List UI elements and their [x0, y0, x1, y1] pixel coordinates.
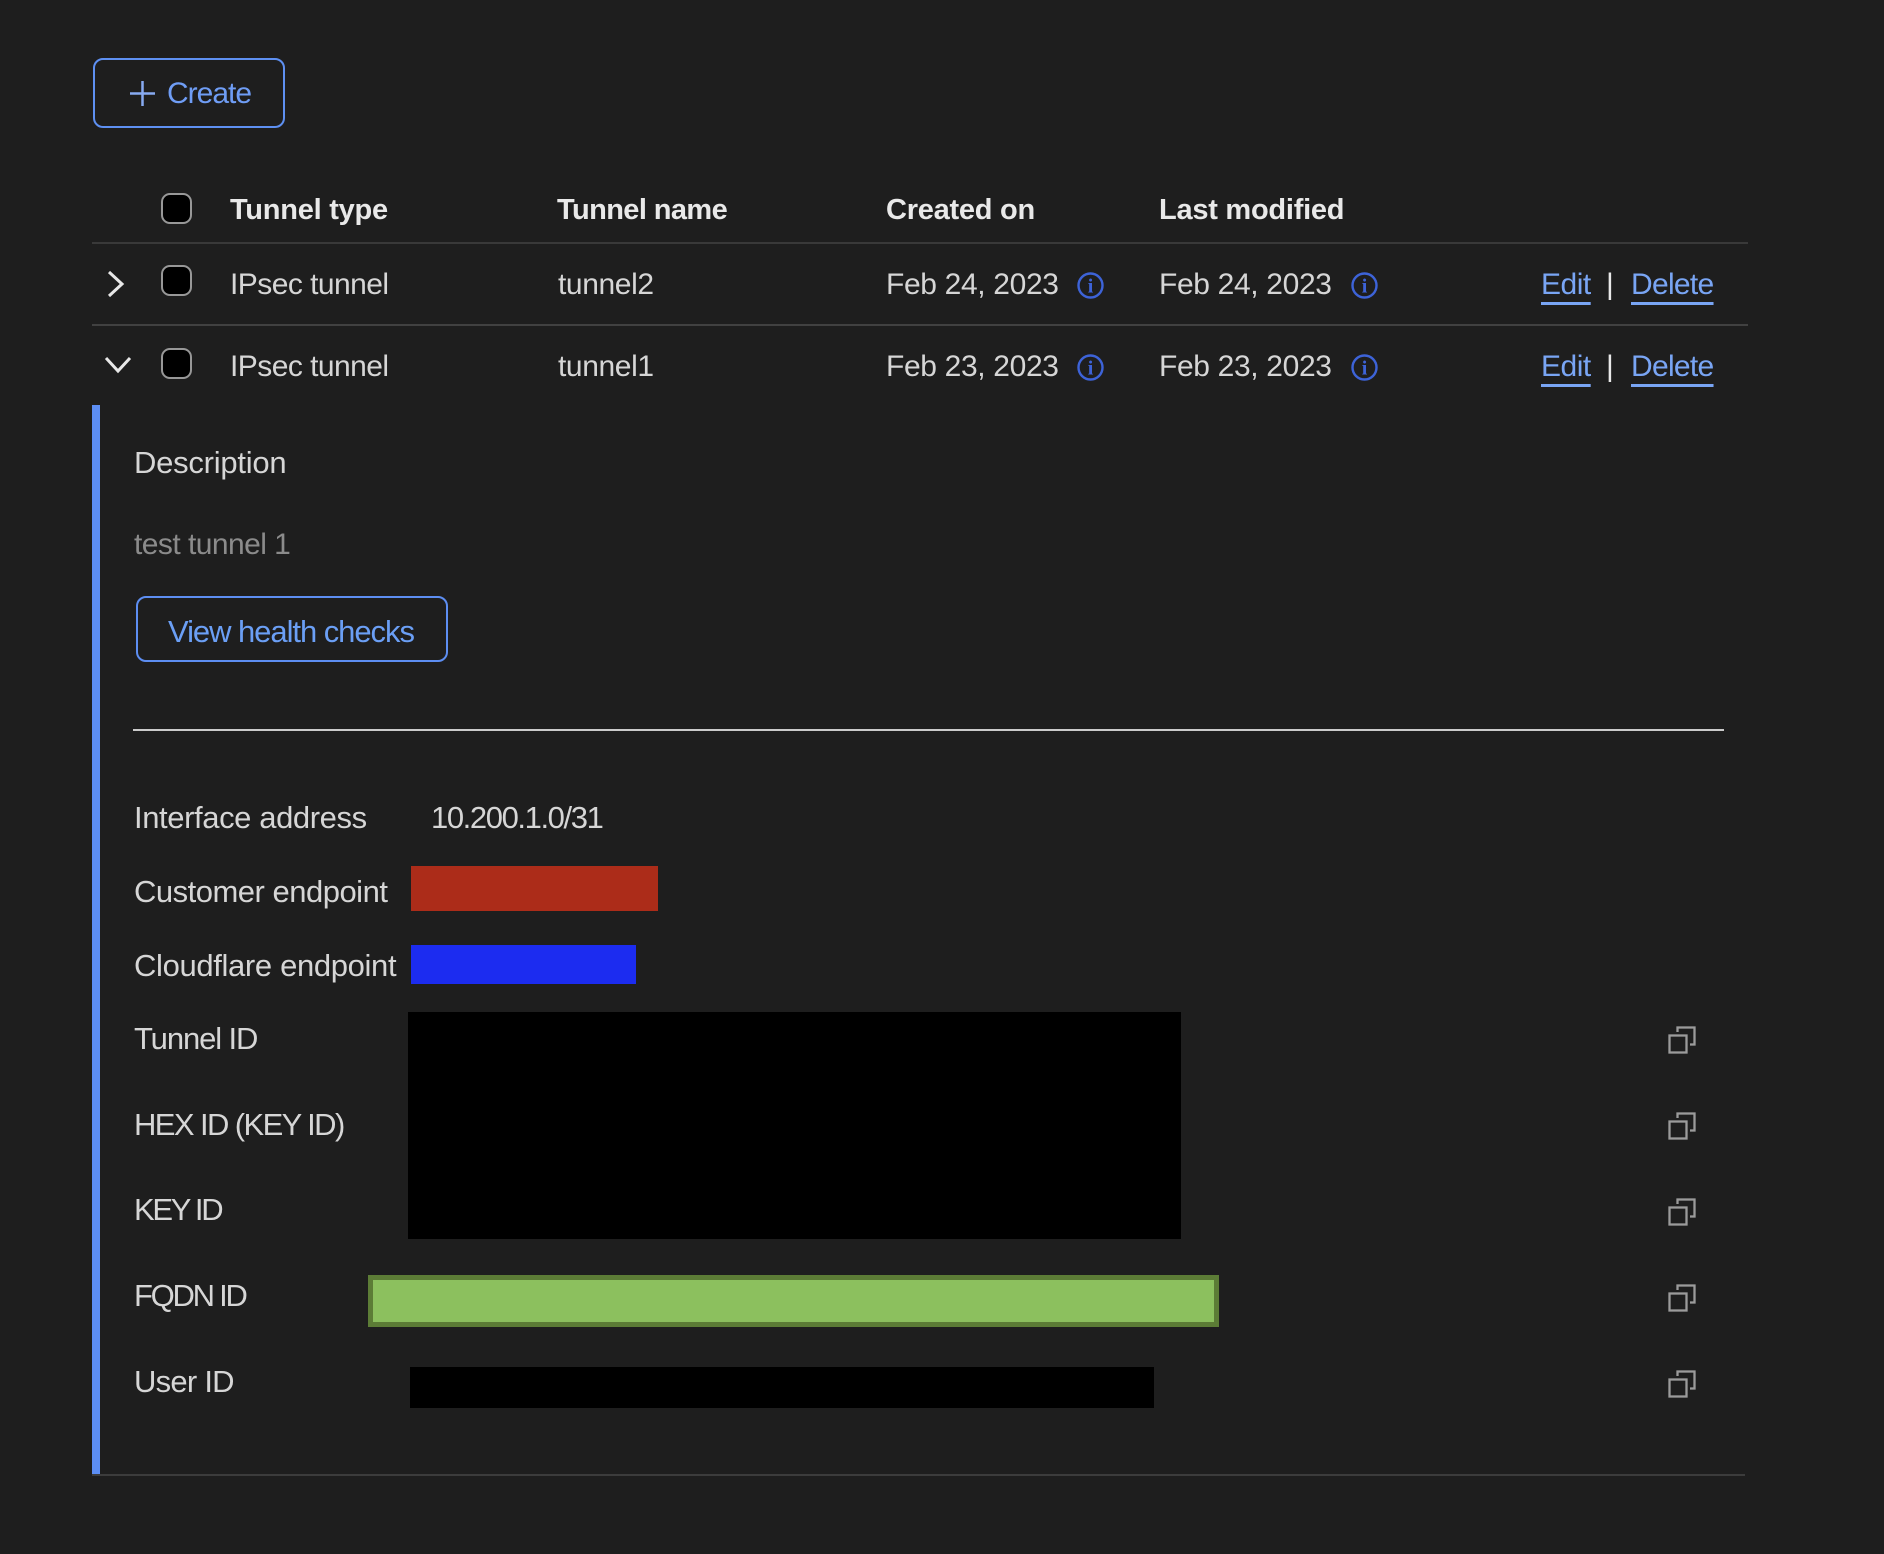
svg-text:i: i — [1362, 276, 1368, 298]
svg-text:i: i — [1088, 358, 1094, 380]
svg-text:i: i — [1088, 276, 1094, 298]
svg-text:i: i — [1362, 358, 1368, 380]
